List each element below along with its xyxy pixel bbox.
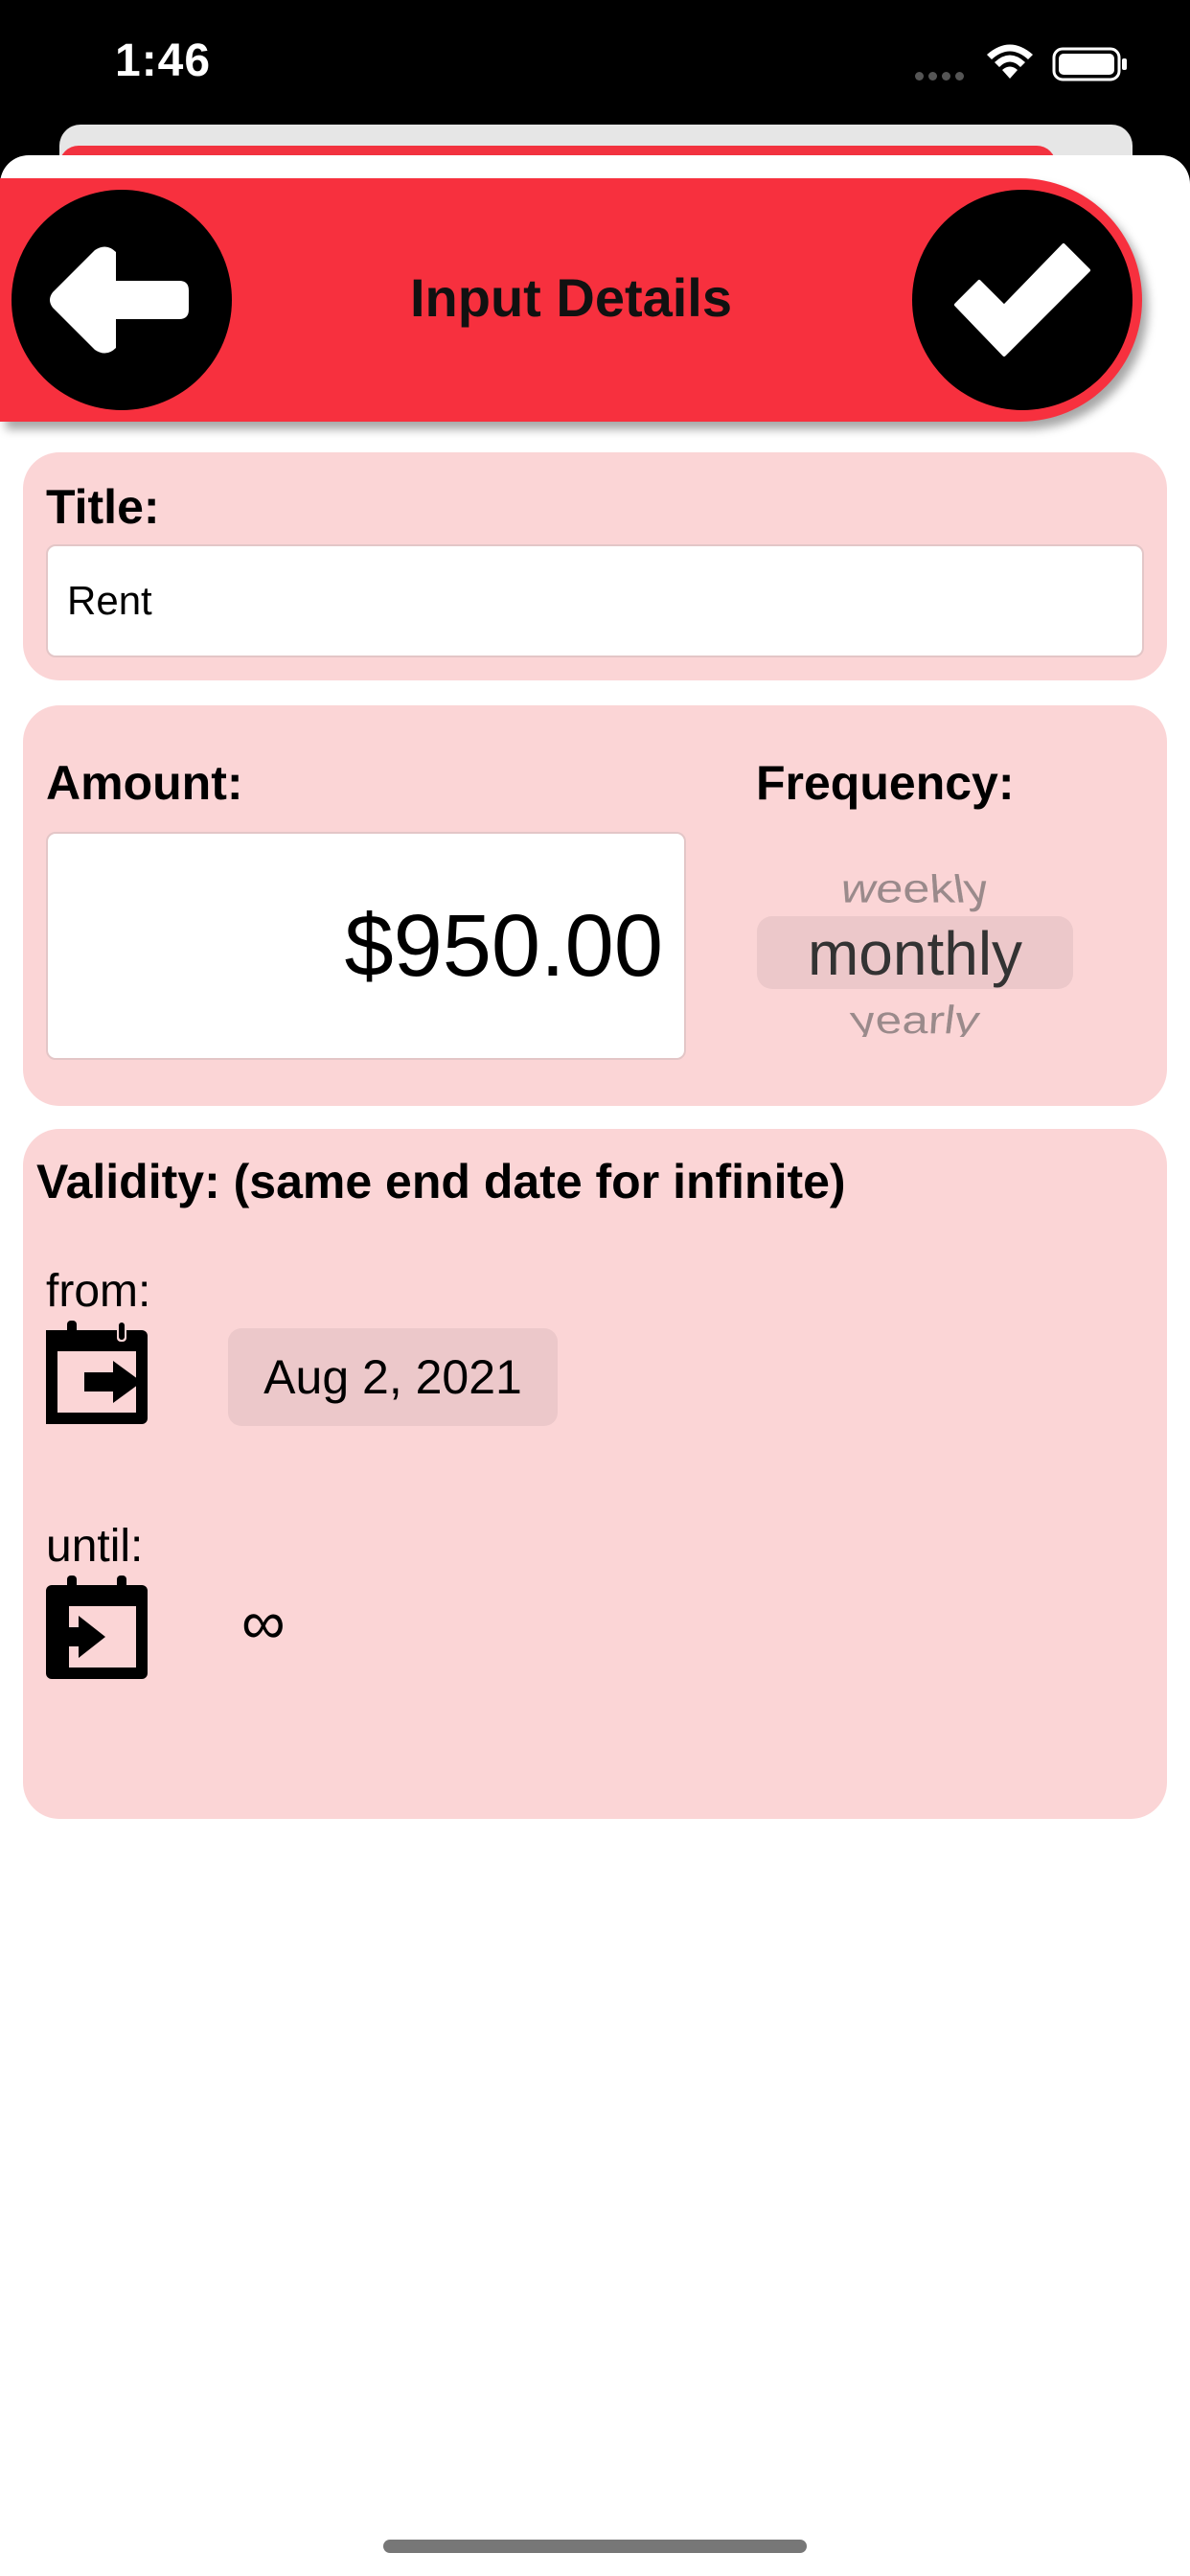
title-input[interactable] [46,544,1144,657]
until-value-infinite[interactable]: ∞ [241,1587,286,1658]
calendar-export-icon[interactable] [46,1321,148,1424]
from-label: from: [46,1266,151,1317]
arrow-left-icon [50,246,189,354]
amount-label: Amount: [46,756,243,810]
amount-value: $950.00 [344,896,663,995]
title-label: Title: [46,480,160,534]
picker-option-weekly[interactable]: weekly [757,867,1073,913]
signal-icon [915,72,969,83]
confirm-button[interactable] [912,190,1133,410]
amount-input[interactable]: $950.00 [46,832,686,1060]
home-indicator[interactable] [383,2540,807,2553]
picker-option-yearly[interactable]: yearly [757,996,1073,1037]
checkmark-icon [954,243,1090,356]
back-button[interactable] [11,190,232,410]
calendar-import-icon[interactable] [46,1576,148,1679]
validity-label: Validity: (same end date for infinite) [36,1155,846,1208]
status-time: 1:46 [115,35,212,86]
validity-card [23,1129,1167,1819]
frequency-label: Frequency: [756,756,1015,810]
battery-icon [1052,47,1127,81]
frequency-picker[interactable]: weekly monthly yearly [757,855,1073,1037]
page-title: Input Details [409,267,733,328]
wifi-icon [987,44,1033,79]
status-bar: 1:46 [0,0,1190,125]
from-date-picker[interactable]: Aug 2, 2021 [228,1328,558,1426]
until-label: until: [46,1521,144,1572]
picker-option-monthly[interactable]: monthly [757,918,1073,989]
from-date-value: Aug 2, 2021 [263,1350,522,1404]
